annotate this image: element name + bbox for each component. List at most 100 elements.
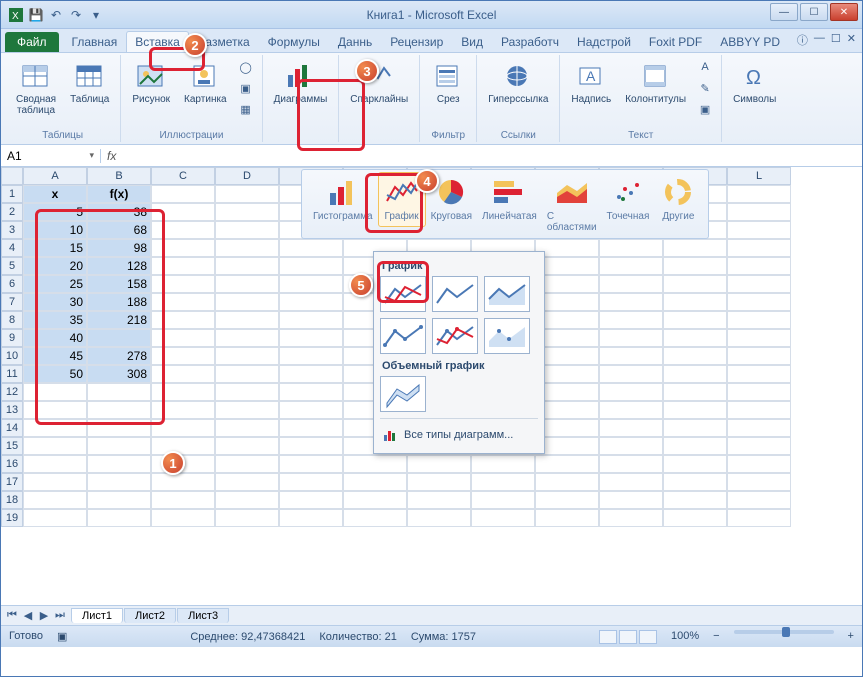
cell-A1[interactable]: x bbox=[23, 185, 87, 203]
cell-D9[interactable] bbox=[215, 329, 279, 347]
cell-C17[interactable] bbox=[151, 473, 215, 491]
sheet-nav-next-icon[interactable]: ▶ bbox=[37, 609, 51, 622]
cell-K6[interactable] bbox=[663, 275, 727, 293]
cell-L12[interactable] bbox=[727, 383, 791, 401]
cell-D11[interactable] bbox=[215, 365, 279, 383]
row-header-10[interactable]: 10 bbox=[1, 347, 23, 365]
tab-addins[interactable]: Надстрой bbox=[568, 31, 640, 52]
slicer-button[interactable]: Срез bbox=[426, 57, 470, 108]
smartart-icon[interactable]: ▣ bbox=[236, 78, 256, 98]
cell-A6[interactable]: 25 bbox=[23, 275, 87, 293]
chart-scatter-button[interactable]: Точечная bbox=[602, 172, 655, 227]
cell-K16[interactable] bbox=[663, 455, 727, 473]
fx-icon[interactable]: fx bbox=[107, 149, 116, 163]
cell-F17[interactable] bbox=[343, 473, 407, 491]
cell-A15[interactable] bbox=[23, 437, 87, 455]
cell-B14[interactable] bbox=[87, 419, 151, 437]
row-header-6[interactable]: 6 bbox=[1, 275, 23, 293]
cell-G19[interactable] bbox=[407, 509, 471, 527]
cell-F18[interactable] bbox=[343, 491, 407, 509]
cell-C11[interactable] bbox=[151, 365, 215, 383]
row-header-17[interactable]: 17 bbox=[1, 473, 23, 491]
cell-E5[interactable] bbox=[279, 257, 343, 275]
cell-D15[interactable] bbox=[215, 437, 279, 455]
all-chart-types-button[interactable]: Все типы диаграмм... bbox=[380, 423, 538, 447]
cell-L1[interactable] bbox=[727, 185, 791, 203]
cell-A8[interactable]: 35 bbox=[23, 311, 87, 329]
cell-A18[interactable] bbox=[23, 491, 87, 509]
formula-input[interactable] bbox=[122, 149, 856, 163]
cell-A10[interactable]: 45 bbox=[23, 347, 87, 365]
row-header-8[interactable]: 8 bbox=[1, 311, 23, 329]
cell-C14[interactable] bbox=[151, 419, 215, 437]
cell-E17[interactable] bbox=[279, 473, 343, 491]
zoom-slider[interactable] bbox=[734, 630, 834, 634]
cell-B9[interactable] bbox=[87, 329, 151, 347]
cell-E19[interactable] bbox=[279, 509, 343, 527]
cell-E11[interactable] bbox=[279, 365, 343, 383]
cell-C7[interactable] bbox=[151, 293, 215, 311]
cell-J12[interactable] bbox=[599, 383, 663, 401]
cell-I16[interactable] bbox=[535, 455, 599, 473]
cell-A17[interactable] bbox=[23, 473, 87, 491]
cell-L3[interactable] bbox=[727, 221, 791, 239]
name-box[interactable]: A1 ▾ bbox=[1, 149, 101, 163]
cell-E16[interactable] bbox=[279, 455, 343, 473]
cell-D1[interactable] bbox=[215, 185, 279, 203]
zoom-in-icon[interactable]: + bbox=[848, 630, 854, 644]
cell-A7[interactable]: 30 bbox=[23, 293, 87, 311]
tab-formulas[interactable]: Формулы bbox=[259, 31, 329, 52]
pivot-table-button[interactable]: Сводная таблица bbox=[11, 57, 61, 119]
cell-H17[interactable] bbox=[471, 473, 535, 491]
picture-button[interactable]: Рисунок bbox=[127, 57, 175, 108]
save-icon[interactable]: 💾 bbox=[27, 6, 45, 24]
cell-D12[interactable] bbox=[215, 383, 279, 401]
cell-I19[interactable] bbox=[535, 509, 599, 527]
cell-L10[interactable] bbox=[727, 347, 791, 365]
cell-B12[interactable] bbox=[87, 383, 151, 401]
line-chart-4[interactable] bbox=[380, 318, 426, 354]
row-header-13[interactable]: 13 bbox=[1, 401, 23, 419]
cell-A11[interactable]: 50 bbox=[23, 365, 87, 383]
cell-D14[interactable] bbox=[215, 419, 279, 437]
cell-C9[interactable] bbox=[151, 329, 215, 347]
sheet-tab-1[interactable]: Лист1 bbox=[71, 608, 123, 623]
cell-B6[interactable]: 158 bbox=[87, 275, 151, 293]
row-header-7[interactable]: 7 bbox=[1, 293, 23, 311]
cell-B8[interactable]: 218 bbox=[87, 311, 151, 329]
row-header-1[interactable]: 1 bbox=[1, 185, 23, 203]
cell-K15[interactable] bbox=[663, 437, 727, 455]
cell-L5[interactable] bbox=[727, 257, 791, 275]
cell-A5[interactable]: 20 bbox=[23, 257, 87, 275]
cell-C5[interactable] bbox=[151, 257, 215, 275]
cell-L15[interactable] bbox=[727, 437, 791, 455]
cell-L7[interactable] bbox=[727, 293, 791, 311]
cell-K9[interactable] bbox=[663, 329, 727, 347]
cell-K7[interactable] bbox=[663, 293, 727, 311]
cell-A2[interactable]: 5 bbox=[23, 203, 87, 221]
cell-A4[interactable]: 15 bbox=[23, 239, 87, 257]
cell-C18[interactable] bbox=[151, 491, 215, 509]
close-button[interactable]: ✕ bbox=[830, 3, 858, 21]
cell-B1[interactable]: f(x) bbox=[87, 185, 151, 203]
cell-J6[interactable] bbox=[599, 275, 663, 293]
cell-G17[interactable] bbox=[407, 473, 471, 491]
row-header-11[interactable]: 11 bbox=[1, 365, 23, 383]
row-header-3[interactable]: 3 bbox=[1, 221, 23, 239]
minimize-button[interactable]: — bbox=[770, 3, 798, 21]
cell-L16[interactable] bbox=[727, 455, 791, 473]
shapes-icon[interactable]: ◯ bbox=[236, 57, 256, 77]
cell-D18[interactable] bbox=[215, 491, 279, 509]
view-layout-icon[interactable] bbox=[619, 630, 637, 644]
cell-D2[interactable] bbox=[215, 203, 279, 221]
cell-A12[interactable] bbox=[23, 383, 87, 401]
row-header-16[interactable]: 16 bbox=[1, 455, 23, 473]
cell-A3[interactable]: 10 bbox=[23, 221, 87, 239]
cell-D19[interactable] bbox=[215, 509, 279, 527]
namebox-dropdown-icon[interactable]: ▾ bbox=[89, 150, 94, 161]
tab-developer[interactable]: Разработч bbox=[492, 31, 568, 52]
cell-F16[interactable] bbox=[343, 455, 407, 473]
row-header-5[interactable]: 5 bbox=[1, 257, 23, 275]
cell-B3[interactable]: 68 bbox=[87, 221, 151, 239]
cell-E14[interactable] bbox=[279, 419, 343, 437]
